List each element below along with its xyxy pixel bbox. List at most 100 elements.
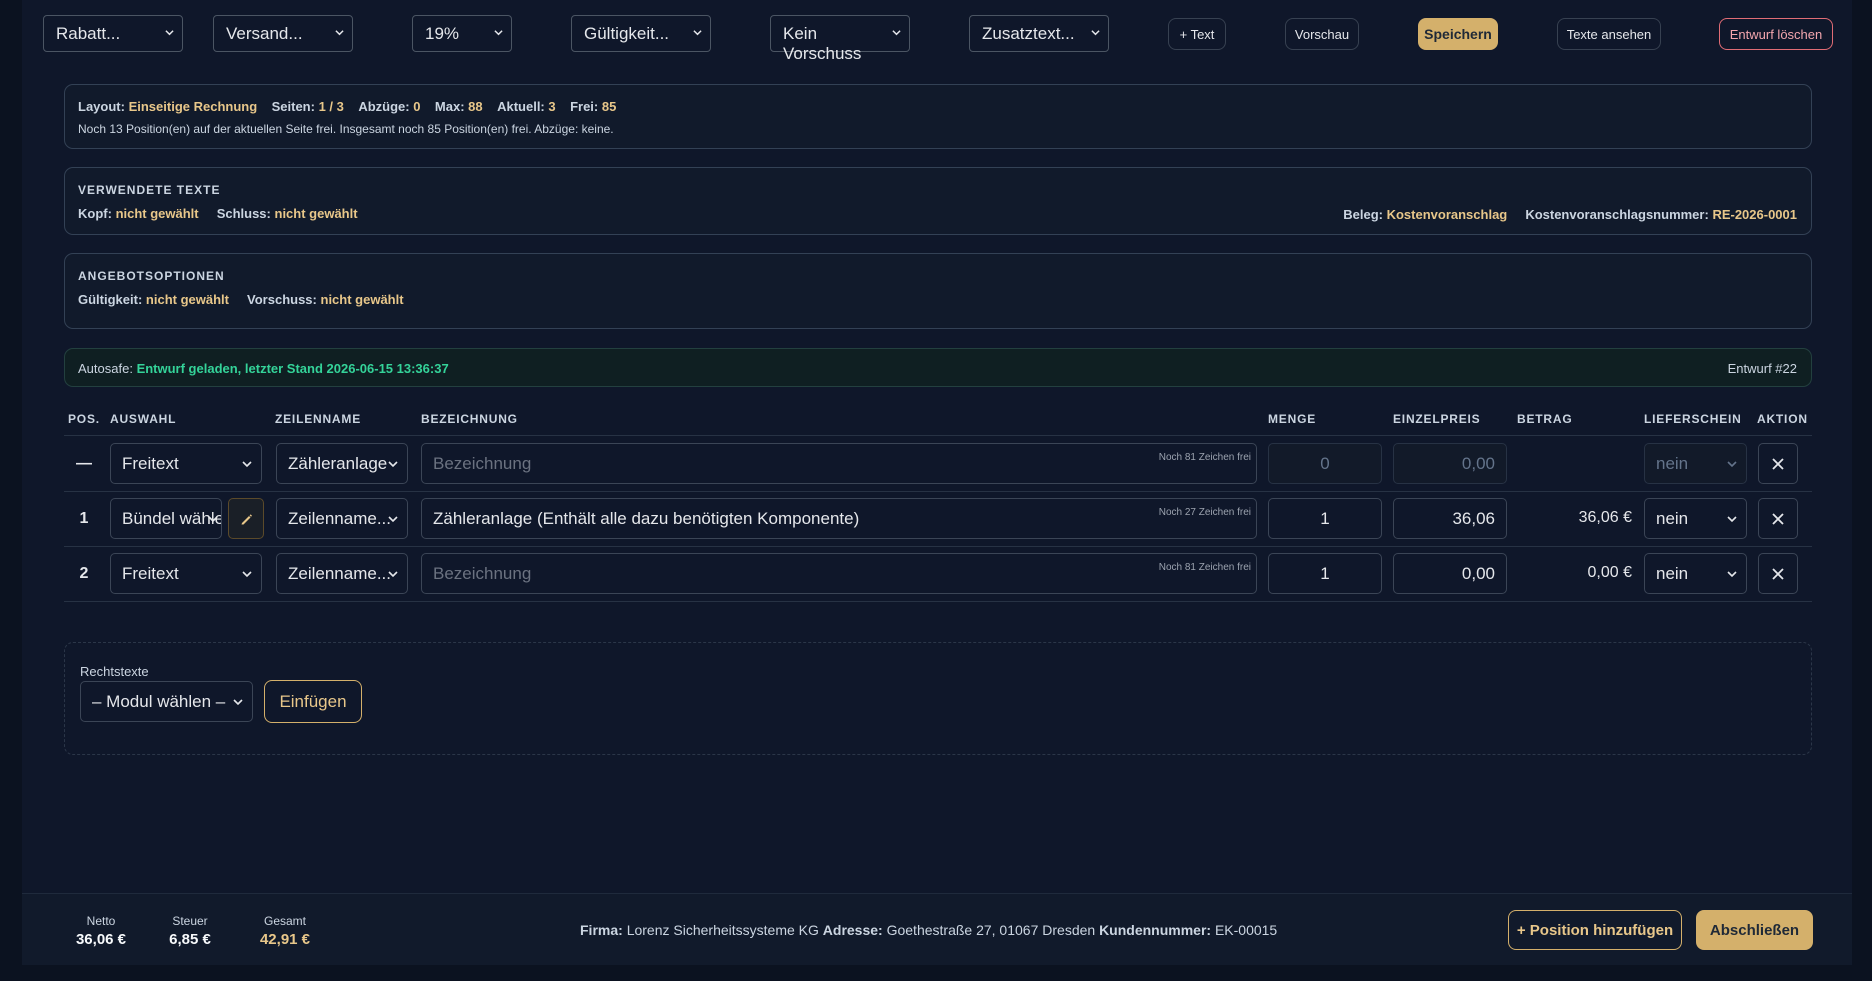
extra-text-select-value: Zusatztext... bbox=[982, 24, 1075, 43]
validity-value: nicht gewählt bbox=[145, 292, 229, 307]
legal-texts-label: Rechtstexte bbox=[80, 664, 149, 679]
document-number-value: RE-2026-0001 bbox=[1712, 207, 1797, 222]
draft-number: Entwurf #22 bbox=[1727, 361, 1797, 376]
add-position-button[interactable]: + Position hinzufügen bbox=[1508, 910, 1682, 950]
texts-summary: Kopf: nicht gewählt Schluss: nicht gewäh… bbox=[78, 206, 358, 221]
free-value: 85 bbox=[601, 99, 617, 114]
edit-bundle-button[interactable] bbox=[228, 498, 264, 539]
tax-select-value: 19% bbox=[425, 24, 460, 43]
row-pos: 1 bbox=[79, 510, 89, 527]
offer-summary: Gültigkeit: nicht gewählt Vorschuss: nic… bbox=[78, 292, 404, 307]
col-bezeichnung: BEZEICHNUNG bbox=[421, 412, 518, 426]
save-button[interactable]: Speichern bbox=[1418, 18, 1498, 50]
deductions-value: 0 bbox=[413, 99, 421, 114]
col-pos: POS. bbox=[68, 412, 100, 426]
char-hint: Noch 27 Zeichen frei bbox=[1158, 507, 1251, 518]
preview-button[interactable]: Vorschau bbox=[1285, 18, 1359, 50]
row-auswahl-select[interactable]: Freitext bbox=[110, 443, 262, 484]
view-texts-button[interactable]: Texte ansehen bbox=[1557, 18, 1661, 50]
tax-value: 6,85 € bbox=[169, 931, 211, 948]
end-text-value: nicht gewählt bbox=[274, 206, 358, 221]
add-text-button[interactable]: + Text bbox=[1168, 18, 1226, 50]
insert-button[interactable]: Einfügen bbox=[264, 680, 362, 723]
chevron-down-icon bbox=[494, 30, 503, 36]
current-value: 3 bbox=[548, 99, 556, 114]
offer-panel-title: ANGEBOTSOPTIONEN bbox=[78, 269, 225, 283]
row-menge-input[interactable]: 1 bbox=[1268, 498, 1382, 539]
row-bezeichnung-input[interactable]: Zähleranlage (Enthält alle dazu benötigt… bbox=[421, 498, 1257, 539]
chevron-down-icon bbox=[233, 699, 243, 706]
advance-value: nicht gewählt bbox=[320, 292, 404, 307]
head-text-value: nicht gewählt bbox=[115, 206, 199, 221]
row-bezeichnung-input[interactable]: Bezeichnung Noch 81 Zeichen frei bbox=[421, 443, 1257, 484]
chevron-down-icon bbox=[242, 461, 252, 468]
row-lieferschein-select[interactable]: nein bbox=[1644, 553, 1747, 594]
close-icon bbox=[1772, 457, 1784, 470]
table-header-divider bbox=[64, 435, 1812, 436]
row-menge-input[interactable]: 1 bbox=[1268, 553, 1382, 594]
discount-select-value: Rabatt... bbox=[56, 24, 121, 43]
document-info: Beleg: Kostenvoranschlag Kostenvoranschl… bbox=[1343, 207, 1797, 222]
finish-button[interactable]: Abschließen bbox=[1696, 910, 1813, 950]
row-auswahl-select[interactable]: Freitext bbox=[110, 553, 262, 594]
pages-value: 1 / 3 bbox=[318, 99, 344, 114]
chevron-down-icon bbox=[165, 30, 174, 36]
discount-select[interactable]: Rabatt... bbox=[43, 15, 183, 52]
col-betrag: BETRAG bbox=[1517, 412, 1573, 426]
customer-number-value: EK-00015 bbox=[1214, 922, 1278, 938]
row-bezeichnung-input[interactable]: Bezeichnung Noch 81 Zeichen frei bbox=[421, 553, 1257, 594]
tax-select[interactable]: 19% bbox=[412, 15, 512, 52]
remove-row-button[interactable] bbox=[1758, 443, 1798, 484]
chevron-down-icon bbox=[1727, 461, 1737, 468]
legal-texts-panel: Rechtstexte – Modul wählen – Einfügen bbox=[64, 642, 1812, 755]
col-zeilenname: ZEILENNAME bbox=[275, 412, 361, 426]
autosave-status: Autosafe: Entwurf geladen, letzter Stand… bbox=[78, 361, 449, 376]
shipping-select[interactable]: Versand... bbox=[213, 15, 353, 52]
remove-row-button[interactable] bbox=[1758, 498, 1798, 539]
char-hint: Noch 81 Zeichen frei bbox=[1158, 452, 1251, 463]
autosave-value: Entwurf geladen, letzter Stand 2026-06-1… bbox=[136, 361, 449, 376]
char-hint: Noch 81 Zeichen frei bbox=[1158, 562, 1251, 573]
row-einzelpreis-input[interactable]: 0,00 bbox=[1393, 553, 1507, 594]
shipping-select-value: Versand... bbox=[226, 24, 303, 43]
table-row: 2 Freitext Zeilenname... Bezeichnung Noch… bbox=[64, 547, 1812, 602]
row-einzelpreis-input[interactable]: 36,06 bbox=[1393, 498, 1507, 539]
row-auswahl-select[interactable]: Bündel wählen bbox=[110, 498, 222, 539]
remove-row-button[interactable] bbox=[1758, 553, 1798, 594]
total-value: 42,91 € bbox=[259, 931, 311, 948]
address-value: Goethestraße 27, 01067 Dresden bbox=[886, 922, 1096, 938]
close-icon bbox=[1772, 512, 1784, 525]
chevron-down-icon bbox=[388, 571, 398, 578]
col-menge: MENGE bbox=[1268, 412, 1317, 426]
chevron-down-icon bbox=[892, 30, 901, 36]
footer-bar: Netto 36,06 € Steuer 6,85 € Gesamt 42,91… bbox=[22, 893, 1852, 965]
layout-panel: Layout: Einseitige Rechnung Seiten: 1 / … bbox=[64, 84, 1812, 149]
texts-panel: VERWENDETE TEXTE Kopf: nicht gewählt Sch… bbox=[64, 167, 1812, 235]
row-zeilenname-select[interactable]: Zeilenname... bbox=[276, 498, 408, 539]
extra-text-select[interactable]: Zusatztext... bbox=[969, 15, 1109, 52]
net-value: 36,06 € bbox=[75, 931, 127, 948]
advance-select[interactable]: Kein Vorschuss bbox=[770, 15, 910, 63]
chevron-down-icon bbox=[1727, 516, 1737, 523]
layout-note: Noch 13 Position(en) auf der aktuellen S… bbox=[78, 122, 614, 136]
customer-info: Firma: Lorenz Sicherheitssysteme KG Adre… bbox=[580, 922, 1278, 938]
row-lieferschein-select[interactable]: nein bbox=[1644, 498, 1747, 539]
pencil-icon bbox=[241, 513, 252, 524]
layout-summary: Layout: Einseitige Rechnung Seiten: 1 / … bbox=[78, 99, 617, 114]
table-row: 1 Bündel wählen Zeilenname... Zähleranla… bbox=[64, 492, 1812, 547]
delete-draft-button[interactable]: Entwurf löschen bbox=[1719, 18, 1833, 50]
company-value: Lorenz Sicherheitssysteme KG bbox=[626, 922, 819, 938]
row-menge-input[interactable]: 0 bbox=[1268, 443, 1382, 484]
row-pos: 2 bbox=[79, 565, 89, 582]
col-einzelpreis: EINZELPREIS bbox=[1393, 412, 1481, 426]
row-zeilenname-select[interactable]: Zeilenname... bbox=[276, 553, 408, 594]
chevron-down-icon bbox=[1727, 571, 1737, 578]
col-lieferschein: LIEFERSCHEIN bbox=[1644, 412, 1742, 426]
row-zeilenname-select[interactable]: Zähleranlage bbox=[276, 443, 408, 484]
row-lieferschein-select[interactable]: nein bbox=[1644, 443, 1747, 484]
chevron-down-icon bbox=[388, 516, 398, 523]
chevron-down-icon bbox=[335, 30, 344, 36]
validity-select[interactable]: Gültigkeit... bbox=[571, 15, 711, 52]
row-einzelpreis-input[interactable]: 0,00 bbox=[1393, 443, 1507, 484]
legal-module-select[interactable]: – Modul wählen – bbox=[80, 681, 253, 722]
